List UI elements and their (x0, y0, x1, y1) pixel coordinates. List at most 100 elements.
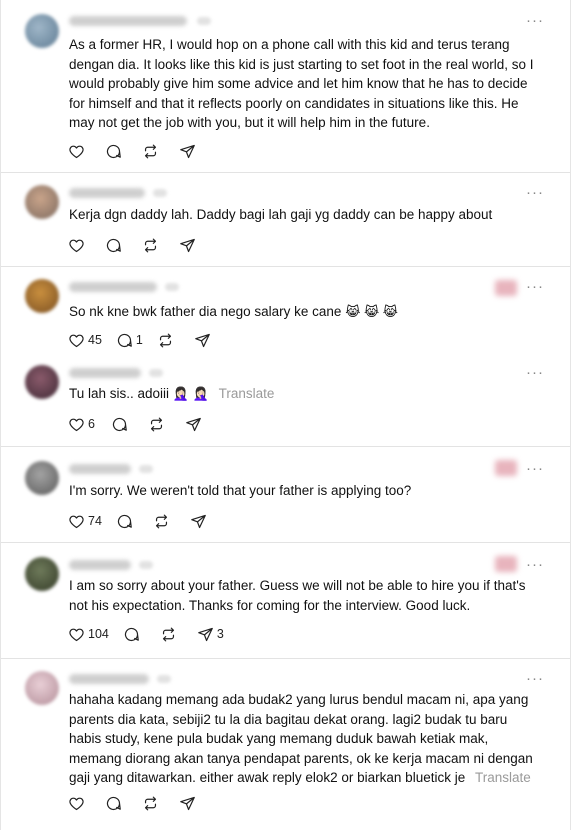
timestamp (149, 369, 163, 377)
comment-text: So nk kne bwk father dia nego salary ke … (69, 302, 539, 322)
comment-icon (106, 796, 121, 810)
share-button[interactable] (179, 795, 196, 812)
comment-post: ··· hahaha kadang memang ada budak2 yang… (1, 659, 570, 830)
username[interactable] (69, 188, 145, 198)
repost-button[interactable] (153, 513, 170, 530)
repost-button[interactable] (157, 332, 174, 349)
action-bar (68, 141, 216, 161)
timestamp (165, 283, 179, 291)
like-button[interactable]: 6 (68, 416, 95, 433)
reply-button[interactable] (116, 513, 133, 530)
like-button[interactable] (68, 143, 85, 160)
timestamp (139, 465, 153, 473)
share-icon (180, 796, 195, 810)
action-bar: 6 (68, 414, 222, 434)
share-button[interactable] (179, 143, 196, 160)
repost-icon (159, 333, 171, 347)
translate-link[interactable]: Translate (219, 386, 275, 401)
share-button[interactable] (194, 332, 211, 349)
avatar[interactable] (25, 279, 59, 313)
like-button[interactable]: 45 (68, 332, 102, 349)
comment-text: As a former HR, I would hop on a phone c… (69, 37, 534, 130)
heart-icon (69, 628, 84, 641)
more-icon[interactable]: ··· (526, 557, 544, 572)
username[interactable] (69, 560, 131, 570)
comment-post: ··· I am so sorry about your father. Gue… (1, 543, 570, 659)
share-icon (180, 144, 195, 158)
repost-button[interactable] (160, 626, 177, 643)
repost-icon (144, 238, 157, 252)
heart-icon (69, 239, 84, 252)
comment-icon (124, 627, 139, 641)
action-bar: 45 1 (68, 330, 231, 350)
avatar[interactable] (25, 185, 59, 219)
like-count: 104 (88, 627, 109, 641)
more-icon[interactable]: ··· (526, 279, 544, 294)
comment-post: ··· Tu lah sis.. adoiii 🤦🏻‍♀️ 🤦🏻‍♀️ Tran… (1, 355, 570, 447)
reply-button[interactable] (111, 416, 128, 433)
repost-icon (144, 144, 157, 158)
like-button[interactable] (68, 237, 85, 254)
share-icon (195, 333, 210, 347)
comment-text: Kerja dgn daddy lah. Daddy bagi lah gaji… (69, 207, 493, 222)
timestamp (157, 675, 171, 683)
like-button[interactable]: 104 (68, 626, 109, 643)
share-button[interactable] (179, 237, 196, 254)
repost-button[interactable] (142, 237, 159, 254)
comment-post: ··· I'm sorry. We weren't told that your… (1, 447, 570, 543)
username[interactable] (69, 368, 141, 378)
share-button[interactable] (185, 416, 202, 433)
repost-button[interactable] (148, 416, 165, 433)
media-thumbnail[interactable] (495, 280, 517, 296)
media-thumbnail[interactable] (495, 460, 517, 476)
comment-body: Tu lah sis.. adoiii (69, 386, 170, 401)
username[interactable] (69, 282, 157, 292)
username[interactable] (69, 674, 149, 684)
more-icon[interactable]: ··· (526, 185, 544, 200)
share-count: 3 (216, 627, 224, 641)
reply-button[interactable] (123, 626, 140, 643)
avatar[interactable] (25, 365, 59, 399)
avatar[interactable] (25, 671, 59, 705)
share-button[interactable]: 3 (197, 626, 224, 643)
share-button[interactable] (190, 513, 207, 530)
like-button[interactable] (68, 795, 85, 812)
comment-icon (106, 144, 121, 158)
share-icon (180, 238, 195, 252)
heart-icon (69, 418, 84, 431)
comment-text: Tu lah sis.. adoiii 🤦🏻‍♀️ 🤦🏻‍♀️ Translat… (69, 384, 539, 404)
like-button[interactable]: 74 (68, 513, 102, 530)
more-icon[interactable]: ··· (526, 671, 544, 686)
username[interactable] (69, 16, 187, 26)
username[interactable] (69, 464, 131, 474)
reply-button[interactable] (105, 795, 122, 812)
heart-icon (69, 797, 84, 810)
media-thumbnail[interactable] (495, 556, 517, 572)
reply-button[interactable] (105, 237, 122, 254)
more-icon[interactable]: ··· (526, 365, 544, 380)
comment-icon (117, 514, 132, 528)
like-count: 6 (88, 417, 95, 431)
comment-feed: ··· As a former HR, I would hop on a pho… (0, 0, 571, 830)
avatar[interactable] (25, 14, 59, 48)
more-icon[interactable]: ··· (526, 13, 544, 28)
repost-button[interactable] (142, 143, 159, 160)
comment-body: hahaha kadang memang ada budak2 yang lur… (69, 692, 533, 785)
reply-button[interactable]: 1 (116, 332, 143, 349)
more-icon[interactable]: ··· (526, 461, 544, 476)
repost-icon (150, 417, 163, 431)
like-count: 74 (88, 514, 102, 528)
comment-post: ··· So nk kne bwk father dia nego salary… (1, 267, 570, 355)
repost-button[interactable] (142, 795, 159, 812)
avatar[interactable] (25, 461, 59, 495)
translate-link[interactable]: Translate (475, 770, 531, 785)
reply-button[interactable] (105, 143, 122, 160)
reply-count: 1 (135, 333, 143, 347)
comment-text: I'm sorry. We weren't told that your fat… (69, 483, 412, 498)
avatar[interactable] (25, 557, 59, 591)
comment-icon (112, 417, 127, 431)
action-bar (68, 793, 216, 813)
comment-text: hahaha kadang memang ada budak2 yang lur… (69, 690, 543, 788)
repost-icon (155, 514, 167, 528)
comment-icon (117, 333, 132, 347)
